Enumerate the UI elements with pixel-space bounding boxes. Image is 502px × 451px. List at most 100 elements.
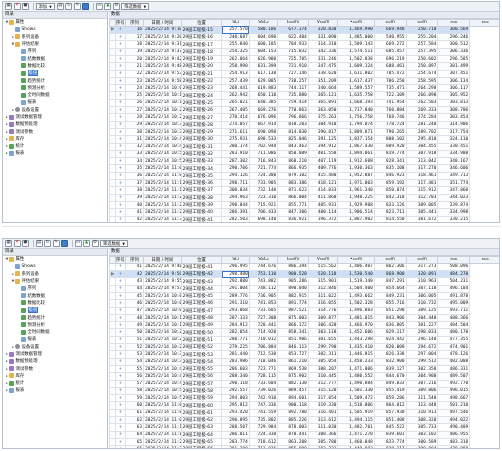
tree-item[interactable]: ▸ 设备设置: [3, 106, 107, 113]
table-row[interactable]: +252025/2/14 10:12:4629层工程极-24262.942650…: [109, 91, 500, 100]
cell-value[interactable]: 274.057: [221, 120, 250, 129]
record-icon[interactable]: ●: [22, 240, 29, 247]
table-row[interactable]: +172025/2/14 9:20:4129层工程极-16240.687604.…: [109, 33, 500, 42]
cell-value[interactable]: 295.812: [221, 401, 250, 410]
cell-value[interactable]: 835.108: [373, 164, 407, 173]
cell-value[interactable]: 604.153: [248, 47, 279, 57]
cell-value[interactable]: 890.040: [277, 284, 309, 294]
tree-item[interactable]: 预测分析: [3, 84, 107, 91]
cell-value[interactable]: 833.126: [373, 200, 407, 210]
column-header[interactable]: V₅₀₀m: [307, 18, 339, 27]
cell-value[interactable]: 861.210: [277, 357, 309, 366]
cell-value[interactable]: 882.130: [277, 379, 309, 388]
cell-value[interactable]: 482.008: [437, 357, 471, 366]
cell-value[interactable]: 724.300: [248, 171, 279, 181]
cell-value[interactable]: 338.620: [307, 69, 339, 78]
cell-value[interactable]: 859.286: [373, 394, 407, 403]
cell-value[interactable]: 843.463: [277, 142, 309, 151]
table-row[interactable]: +592025/2/14 10:56:1829层工程极-59294.003742…: [109, 394, 500, 403]
cell-value[interactable]: 484.504: [437, 321, 471, 330]
settings-icon[interactable]: ⚙: [112, 3, 120, 10]
cell-value[interactable]: 313.612: [307, 416, 339, 425]
cell-value[interactable]: 312.703: [405, 193, 439, 202]
cell-value[interactable]: 286.391: [221, 208, 250, 217]
cell-value[interactable]: 839.601: [373, 430, 407, 439]
column-header[interactable]: 序列: [124, 18, 145, 27]
table-row[interactable]: ▶+422025/2/14 9:50:1229层工程极-42298.480753…: [109, 270, 500, 279]
record-icon[interactable]: ●: [22, 3, 29, 10]
cell-value[interactable]: 851.906: [277, 335, 309, 345]
column-header[interactable]: I₂₀₀mi: [277, 255, 309, 264]
column-header[interactable]: •₁₀₀m: [337, 18, 375, 27]
column-header[interactable]: SLi: [221, 18, 250, 27]
cell-value[interactable]: 415.480: [307, 171, 339, 181]
filter-dropdown[interactable]: 筛选数据 ▼: [100, 240, 128, 247]
cell-value[interactable]: 483.318: [437, 437, 471, 447]
import-button[interactable]: 添加 ▼: [35, 3, 55, 10]
table-row[interactable]: +392025/2/14 11:20:3729层工程极-38294.963723…: [109, 193, 500, 202]
table-row[interactable]: +582025/2/14 10:52:4129层工程极-58292.557739…: [109, 386, 500, 396]
cell-value[interactable]: 886.394: [277, 262, 309, 272]
cell-value[interactable]: 281.440: [221, 350, 250, 359]
cell-value[interactable]: 868.900: [373, 270, 407, 279]
cell-value[interactable]: 808.102: [373, 135, 407, 144]
cell-value[interactable]: 730.257: [277, 76, 309, 86]
cell-value[interactable]: 1,471.006: [337, 364, 375, 374]
cell-value[interactable]: 319.330: [307, 401, 339, 410]
cell-value[interactable]: 306.336: [437, 47, 471, 57]
cell-value[interactable]: 257.570: [221, 25, 250, 35]
cell-value[interactable]: 688.461: [373, 62, 407, 71]
column-header[interactable]: ₃₀₀m: [405, 18, 439, 27]
cell-value[interactable]: 283.774: [221, 437, 250, 447]
cell-value[interactable]: 308.786: [437, 106, 471, 115]
table-row[interactable]: +612025/2/14 11:04:3229层工程极-61293.420741…: [109, 408, 500, 418]
cell-value[interactable]: 814.550: [373, 215, 407, 222]
cell-value[interactable]: 384.910: [307, 120, 339, 129]
tree-item[interactable]: 结数数据: [3, 292, 107, 299]
cell-value[interactable]: 857.930: [373, 408, 407, 418]
cell-value[interactable]: 486.331: [437, 364, 471, 374]
cell-value[interactable]: 1,668.193: [337, 98, 375, 108]
row-expand-icon[interactable]: +: [114, 113, 126, 122]
cell-value[interactable]: 631.399: [248, 62, 279, 71]
cell-value[interactable]: 741.954: [373, 98, 407, 108]
cell-value[interactable]: 304.455: [405, 142, 439, 151]
cell-value[interactable]: 258.595: [405, 76, 439, 86]
row-expand-icon[interactable]: +: [114, 386, 126, 396]
cell-value[interactable]: 847.291: [373, 277, 407, 286]
cell-value[interactable]: 306.134: [437, 76, 471, 86]
table-row[interactable]: +492025/2/14 10:16:3129层工程极-49284.912720…: [109, 321, 500, 330]
table-row[interactable]: +412025/2/14 9:48:2429层工程极-41296.995744.…: [109, 262, 500, 272]
cell-value[interactable]: 1,496.883: [337, 306, 375, 315]
cell-value[interactable]: 669.276: [248, 106, 279, 115]
cell-value[interactable]: 347.860: [437, 186, 471, 195]
cell-value[interactable]: 477.355: [437, 335, 471, 345]
cell-value[interactable]: 240.687: [221, 33, 250, 42]
cell-value[interactable]: 1,481.015: [337, 313, 375, 323]
row-expand-icon[interactable]: +: [114, 408, 126, 418]
cell-value[interactable]: 845.522: [373, 423, 407, 432]
table-row[interactable]: +442025/2/14 9:57:0229层工程极-44291.004748.…: [109, 284, 500, 294]
cell-value[interactable]: 391.125: [307, 135, 339, 144]
row-expand-icon[interactable]: +: [114, 350, 126, 359]
row-expand-icon[interactable]: +: [114, 343, 126, 352]
column-header[interactable]: ₂₀₀m: [373, 255, 407, 264]
tree-item[interactable]: 趋势统计: [3, 314, 107, 321]
cell-value[interactable]: 281.248: [405, 120, 439, 129]
save-icon[interactable]: [61, 240, 68, 247]
cell-value[interactable]: 851.290: [373, 306, 407, 315]
cell-value[interactable]: 814.030: [277, 127, 309, 137]
tree-item[interactable]: 趋势统计: [3, 77, 107, 84]
table-row[interactable]: +272025/2/14 10:23:2629层工程极-26267.405669…: [109, 106, 500, 115]
cell-value[interactable]: 375.263: [307, 113, 339, 122]
cell-value[interactable]: 286.603: [221, 364, 250, 374]
cell-value[interactable]: 494.022: [437, 416, 471, 425]
row-expand-icon[interactable]: +: [114, 372, 126, 381]
cell-value[interactable]: 407.119: [307, 157, 339, 166]
tree-item[interactable]: ▸ 库存: [3, 135, 107, 142]
table-row[interactable]: ▶+162025/2/14 9:10:5529层工程极-15257.570580…: [109, 25, 500, 35]
cell-value[interactable]: 480.170: [437, 328, 471, 337]
row-expand-icon[interactable]: +: [114, 84, 126, 93]
cell-value[interactable]: 282.054: [221, 328, 250, 337]
cell-value[interactable]: 714.920: [248, 328, 279, 337]
